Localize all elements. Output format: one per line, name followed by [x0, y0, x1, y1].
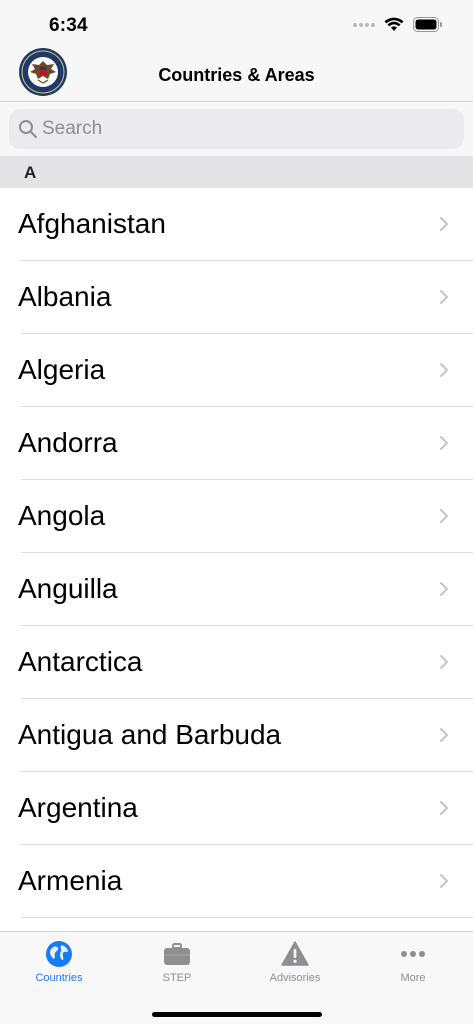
list-item[interactable]: Algeria [0, 334, 473, 407]
chevron-right-icon [440, 874, 448, 888]
tab-more[interactable]: More [354, 932, 472, 992]
country-name: Andorra [18, 427, 118, 458]
section-header-letter: A [24, 163, 37, 182]
search-field[interactable] [9, 109, 464, 149]
chevron-right-icon [440, 655, 448, 669]
search-input[interactable] [42, 109, 442, 149]
chevron-right-icon [440, 217, 448, 231]
list-item[interactable]: Andorra [0, 407, 473, 480]
navigation-bar: Countries & Areas [0, 48, 473, 102]
wifi-icon [384, 17, 404, 31]
country-name: Armenia [18, 865, 123, 896]
battery-icon [413, 17, 442, 32]
tab-label: Advisories [269, 972, 321, 984]
tab-bar: Countries STEP Advisories More [0, 931, 473, 1024]
country-list: Afghanistan Albania Algeria Andorra Ango… [0, 188, 473, 918]
cellular-signal-icon [353, 22, 375, 27]
list-item[interactable]: Albania [0, 261, 473, 334]
search-icon [19, 120, 38, 139]
country-name: Albania [18, 281, 112, 312]
row-divider [21, 917, 473, 918]
tab-countries[interactable]: Countries [0, 932, 118, 992]
chevron-right-icon [440, 290, 448, 304]
country-name: Antigua and Barbuda [18, 719, 282, 750]
warning-icon [281, 941, 309, 966]
status-icons [353, 17, 443, 32]
chevron-right-icon [440, 363, 448, 377]
list-item[interactable]: Armenia [0, 845, 473, 918]
search-bar [0, 102, 473, 156]
chevron-right-icon [440, 509, 448, 523]
tab-label: STEP [162, 972, 192, 984]
list-item[interactable]: Anguilla [0, 553, 473, 626]
list-item[interactable]: Afghanistan [0, 188, 473, 261]
country-name: Anguilla [18, 573, 118, 604]
list-item[interactable]: Argentina [0, 772, 473, 845]
tab-step[interactable]: STEP [118, 932, 236, 992]
list-item[interactable]: Antarctica [0, 626, 473, 699]
chevron-right-icon [440, 436, 448, 450]
chevron-right-icon [440, 728, 448, 742]
status-time: 6:34 [49, 15, 88, 36]
country-name: Argentina [18, 792, 138, 823]
country-name: Algeria [18, 354, 106, 385]
country-name: Afghanistan [18, 208, 166, 239]
tab-advisories[interactable]: Advisories [236, 932, 354, 992]
status-bar: 6:34 [0, 0, 473, 48]
list-item[interactable]: Antigua and Barbuda [0, 699, 473, 772]
page-title: Countries & Areas [158, 65, 315, 85]
chevron-right-icon [440, 582, 448, 596]
tab-label: More [400, 972, 426, 984]
section-header: A [0, 156, 473, 188]
country-name: Angola [18, 500, 106, 531]
home-indicator [152, 1012, 322, 1017]
list-item[interactable]: Angola [0, 480, 473, 553]
tab-label: Countries [35, 972, 83, 984]
country-name: Antarctica [18, 646, 143, 677]
briefcase-icon [164, 943, 190, 965]
globe-icon [46, 941, 72, 967]
chevron-right-icon [440, 801, 448, 815]
more-dots-icon [401, 951, 425, 957]
